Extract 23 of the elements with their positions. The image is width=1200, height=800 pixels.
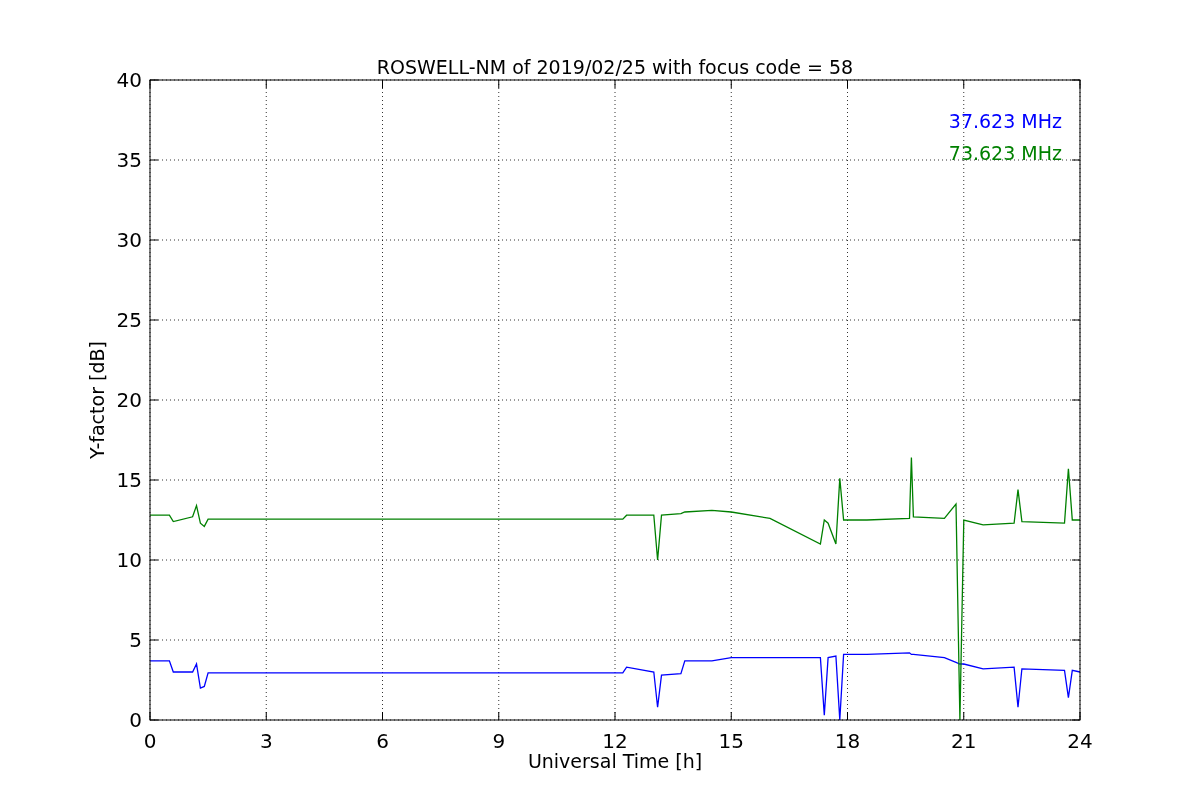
y-tick-label: 30 <box>116 228 142 252</box>
y-tick-label: 35 <box>116 148 142 172</box>
legend-label: 37.623 MHz <box>948 110 1062 132</box>
x-tick-label: 12 <box>602 729 628 753</box>
x-axis-label: Universal Time [h] <box>527 750 703 772</box>
chart-title: ROSWELL-NM of 2019/02/25 with focus code = 58 <box>376 56 854 78</box>
x-tick-label: 6 <box>376 729 389 753</box>
y-tick-label: 5 <box>129 628 142 652</box>
x-tick-label: 18 <box>834 729 861 753</box>
y-tick-label: 25 <box>116 308 142 332</box>
x-tick-label: 0 <box>143 729 157 753</box>
x-tick-label: 9 <box>492 729 506 753</box>
y-tick-label: 15 <box>116 468 142 492</box>
legend-label: 73.623 MHz <box>948 142 1062 164</box>
x-tick-label: 21 <box>951 729 977 753</box>
y-tick-label: 20 <box>116 388 142 412</box>
y-axis-label: Y-factor [dB] <box>86 341 108 459</box>
x-tick-label: 3 <box>259 729 273 753</box>
x-tick-label: 24 <box>1067 729 1093 753</box>
y-tick-label: 40 <box>116 68 142 92</box>
y-tick-label: 0 <box>129 708 142 732</box>
x-tick-label: 15 <box>718 729 744 753</box>
y-tick-label: 10 <box>116 548 142 572</box>
